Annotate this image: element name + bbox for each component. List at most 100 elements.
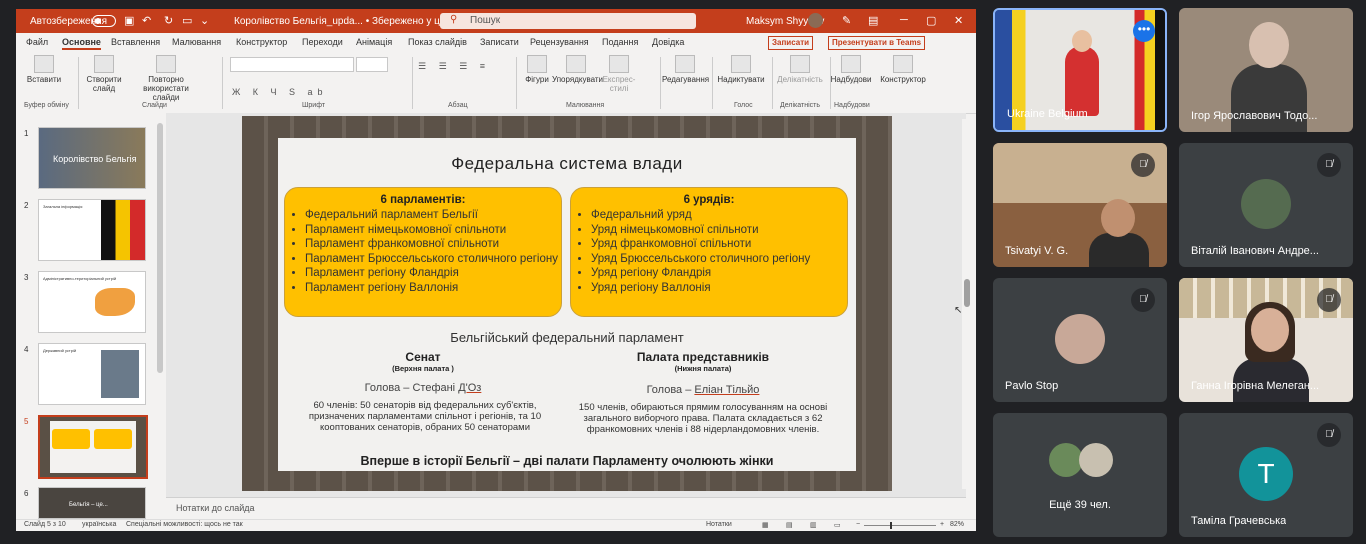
slide-thumbnail-4[interactable]: Державний устрій <box>38 343 146 405</box>
chamber-title[interactable]: Палата представників <box>568 350 838 364</box>
customize-icon[interactable]: ⌄ <box>200 14 209 27</box>
designer-button[interactable]: Конструктор <box>878 55 928 84</box>
participant-tile-4[interactable]: 🎙̸ Віталій Іванович Андре... <box>1179 143 1353 267</box>
parliament-subtitle[interactable]: Бельгійський федеральний парламент <box>278 330 856 345</box>
close-icon[interactable]: ✕ <box>954 14 963 27</box>
tab-transitions[interactable]: Переходи <box>302 37 343 47</box>
tab-file[interactable]: Файл <box>26 37 48 47</box>
tab-review[interactable]: Рецензування <box>530 37 589 47</box>
governments-box[interactable]: 6 урядів: Федеральний уряд Уряд німецько… <box>570 187 848 317</box>
format-buttons[interactable]: Ж К Ч S ab <box>232 87 328 97</box>
parliaments-box[interactable]: 6 парламентів: Федеральний парламент Бел… <box>284 187 562 317</box>
new-slide-button[interactable]: Створити слайд <box>82 55 126 93</box>
list-item: Федеральний парламент Бельгії <box>305 208 558 223</box>
tab-draw[interactable]: Малювання <box>172 37 221 47</box>
paste-button[interactable]: Вставити <box>24 55 64 84</box>
tab-home[interactable]: Основне <box>62 37 101 50</box>
tab-design[interactable]: Конструктор <box>236 37 287 47</box>
chamber-text[interactable]: 150 членів, обираються прямим голосуванн… <box>566 402 840 435</box>
search-input[interactable]: Пошук <box>470 15 500 26</box>
quick-styles-button[interactable]: Експрес-стилі <box>600 55 638 93</box>
pen-icon[interactable]: ✎ <box>842 14 851 27</box>
tab-view[interactable]: Подання <box>602 37 638 47</box>
slide-thumbnail-1[interactable]: Королівство Бельгія <box>38 127 146 189</box>
slide-counter: Слайд 5 з 10 <box>24 521 66 528</box>
microphone-icon <box>731 55 751 73</box>
belgium-flag-image <box>101 200 145 260</box>
slide-thumbnail-5[interactable] <box>38 415 148 479</box>
accessibility-status[interactable]: Спеціальні можливості: щось не так <box>126 521 243 528</box>
slide-title[interactable]: Федеральна система влади <box>278 154 856 174</box>
maximize-icon[interactable]: ▢ <box>926 14 936 27</box>
more-options-icon[interactable]: ••• <box>1133 20 1155 42</box>
slide-thumbnail-3[interactable]: Адміністративно-територіальний устрій <box>38 271 146 333</box>
tab-slideshow[interactable]: Показ слайдів <box>408 37 467 47</box>
arrange-button[interactable]: Упорядкувати <box>552 55 603 84</box>
list-item: Парламент регіону Фландрія <box>305 266 558 281</box>
designer-icon <box>893 55 913 73</box>
language-status[interactable]: українська <box>82 521 116 528</box>
present-teams-button[interactable]: Презентувати в Teams <box>828 36 926 50</box>
paragraph-buttons[interactable]: ☰ ☰ ☰ ≡ <box>418 61 490 72</box>
zoom-out-icon[interactable]: − <box>856 521 860 528</box>
tab-record[interactable]: Записати <box>480 37 519 47</box>
participant-tile-5[interactable]: 🎙̸ Pavlo Stop <box>993 278 1167 402</box>
redo-icon[interactable]: ↻ <box>164 14 173 27</box>
tab-help[interactable]: Довідка <box>652 37 684 47</box>
senate-chair[interactable]: Голова – Стефані Д'Оз <box>278 382 568 394</box>
shapes-button[interactable]: Фігури <box>520 55 554 84</box>
dictate-button[interactable]: Надиктувати <box>716 55 766 84</box>
font-name-box[interactable] <box>230 57 354 72</box>
slide-thumbnail-2[interactable]: Загальна інформація <box>38 199 146 261</box>
sorter-view-icon[interactable]: ▤ <box>786 521 793 529</box>
thumb-number: 1 <box>24 129 29 138</box>
present-icon[interactable]: ▭ <box>182 14 192 27</box>
slide-thumbnail-panel[interactable]: 1 Королівство Бельгія 2 Загальна інформа… <box>16 113 166 519</box>
group-font: Шрифт <box>302 102 326 109</box>
participant-tile-1[interactable]: ••• Ukraine Belgium <box>993 8 1167 132</box>
slide-thumbnail-6[interactable]: Бельгія – це... <box>38 487 146 519</box>
more-participants-tile[interactable]: Ещё 39 чел. <box>993 413 1167 537</box>
user-avatar[interactable] <box>808 13 823 28</box>
thumbnail-scrollbar[interactable] <box>157 123 163 373</box>
group-slides: Слайди <box>142 102 167 109</box>
autosave-toggle[interactable] <box>92 15 116 27</box>
content-card: Федеральна система влади 6 парламентів: … <box>278 138 856 471</box>
participant-tile-6[interactable]: 🎙̸ Ганна Ігорівна Мелеган... <box>1179 278 1353 402</box>
notes-placeholder[interactable]: Нотатки до слайда <box>176 503 255 513</box>
senate-title[interactable]: Сенат <box>278 350 568 364</box>
search-icon: ⚲ <box>450 14 458 25</box>
zoom-level[interactable]: 82% <box>950 521 964 528</box>
slide-footer[interactable]: Вперше в історії Бельгії – дві палати Па… <box>278 454 856 468</box>
chamber-chair[interactable]: Голова – Еліан Тільйо <box>568 384 838 396</box>
save-icon[interactable]: ▣ <box>124 14 134 27</box>
clipboard-icon <box>34 55 54 73</box>
slideshow-view-icon[interactable]: ▭ <box>834 521 841 529</box>
reuse-slides-button[interactable]: Повторно використати слайди <box>134 55 198 102</box>
tab-insert[interactable]: Вставлення <box>111 37 160 47</box>
sensitivity-button[interactable]: Делікатність <box>774 55 826 84</box>
thumb-number: 3 <box>24 273 29 282</box>
search-box[interactable]: ⚲ Пошук <box>440 13 696 29</box>
canvas-scrollbar[interactable] <box>962 119 972 489</box>
normal-view-icon[interactable]: ▦ <box>762 521 769 529</box>
ribbon-display-icon[interactable]: ▤ <box>868 14 878 27</box>
reading-view-icon[interactable]: ▥ <box>810 521 817 529</box>
undo-icon[interactable]: ↶ <box>142 14 151 27</box>
slide-canvas[interactable]: Федеральна система влади 6 парламентів: … <box>166 113 966 497</box>
notes-toggle[interactable]: Нотатки <box>706 521 732 528</box>
zoom-slider[interactable] <box>864 522 936 529</box>
current-slide[interactable]: Федеральна система влади 6 парламентів: … <box>242 116 892 491</box>
minimize-icon[interactable]: ─ <box>900 14 908 26</box>
participant-tile-2[interactable]: Ігор Ярославович Тодо... <box>1179 8 1353 132</box>
senate-text[interactable]: 60 членів: 50 сенаторів від федеральних … <box>300 400 550 433</box>
editing-button[interactable]: Редагування <box>662 55 709 84</box>
notes-pane[interactable]: Нотатки до слайда <box>166 497 966 520</box>
participant-tile-8[interactable]: 🎙̸ T Таміла Грачевська <box>1179 413 1353 537</box>
addins-button[interactable]: Надбудови <box>830 55 872 84</box>
font-size-box[interactable] <box>356 57 388 72</box>
zoom-in-icon[interactable]: + <box>940 521 944 528</box>
participant-tile-3[interactable]: 🎙̸ Tsivatyi V. G. <box>993 143 1167 267</box>
record-button[interactable]: Записати <box>768 36 814 50</box>
tab-animation[interactable]: Анімація <box>356 37 392 47</box>
